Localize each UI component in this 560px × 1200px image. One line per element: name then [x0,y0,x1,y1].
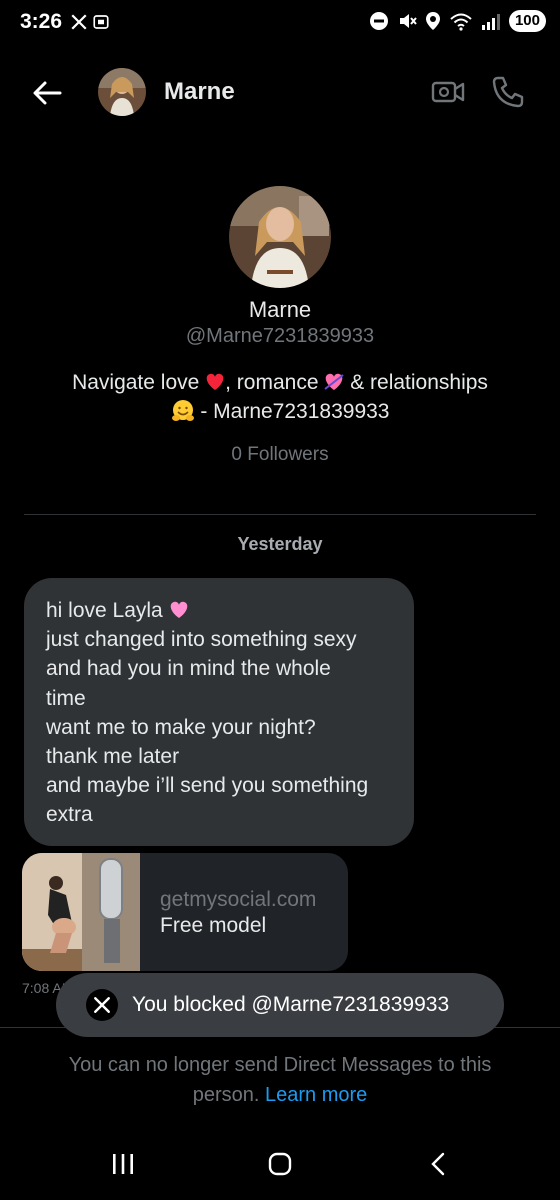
message-text: hi love Layla [46,599,169,622]
status-icons: 100 [369,10,546,32]
message-line: extra [46,803,93,827]
header-name[interactable]: Marne [164,78,235,106]
bio-text: - Marne7231839933 [194,400,390,423]
message-line: want me to make your night? [46,715,316,739]
location-icon [425,12,440,30]
date-separator: Yesterday [237,534,323,554]
blocked-toast: You blocked @Marne7231839933 [56,973,504,1037]
bio-text: Navigate love [72,371,206,394]
message-line: thank me later [46,745,180,769]
status-bar: 3:26 100 [0,0,560,50]
blocked-notice: You can no longer send Direct Messages t… [40,1050,520,1110]
avatar[interactable] [98,68,146,116]
phone-icon[interactable] [490,74,526,110]
wifi-icon [450,13,472,31]
heart-arrow-emoji-icon [324,373,344,390]
message-bubble[interactable]: hi love Layla just changed into somethin… [24,578,414,846]
link-thumbnail-image [22,853,140,971]
link-domain: getmysocial.com [160,888,317,911]
link-thumbnail [22,853,140,971]
followers-count[interactable]: 0 Followers [0,444,560,466]
profile-avatar[interactable] [229,186,331,288]
message-line: hi love Layla [46,596,392,625]
message-line: and maybe i’ll send you something [46,774,369,798]
message-line: and had you in mind the whole [46,657,331,681]
video-call-icon[interactable] [430,74,466,110]
system-nav-bar [0,1140,560,1188]
message-line: just changed into something sexy [46,628,357,652]
do-not-disturb-icon [369,12,388,30]
x-logo-icon [86,989,118,1021]
x-logo-icon [71,14,87,30]
bio-text: & relationships [344,371,488,394]
signal-icon [481,14,500,30]
conversation-header: Marne [0,60,560,124]
recents-icon[interactable] [110,1152,136,1176]
bio-text: , romance [225,371,325,394]
battery-indicator: 100 [508,10,546,32]
back-chevron-icon[interactable] [428,1152,448,1176]
profile-bio: Navigate love , romance & relationships … [20,368,540,426]
profile-handle: @Marne7231839933 [185,325,375,347]
link-preview-card[interactable]: getmysocial.com Free model [22,853,348,971]
hugging-face-emoji-icon [171,400,194,421]
screenshot-icon [93,15,109,29]
red-heart-emoji-icon [206,373,224,390]
pink-heart-emoji-icon [170,601,187,618]
profile-name: Marne [248,297,312,322]
link-title: Free model [160,914,267,937]
avatar-image [98,68,146,116]
message-line: time [46,686,86,710]
mute-icon [399,14,417,28]
learn-more-link[interactable]: Learn more [265,1084,367,1106]
arrow-left-icon[interactable] [30,76,64,110]
status-time: 3:26 [20,10,63,33]
toast-text: You blocked @Marne7231839933 [132,993,450,1016]
home-icon[interactable] [268,1152,292,1176]
profile-avatar-image [229,186,331,288]
divider [24,514,536,515]
